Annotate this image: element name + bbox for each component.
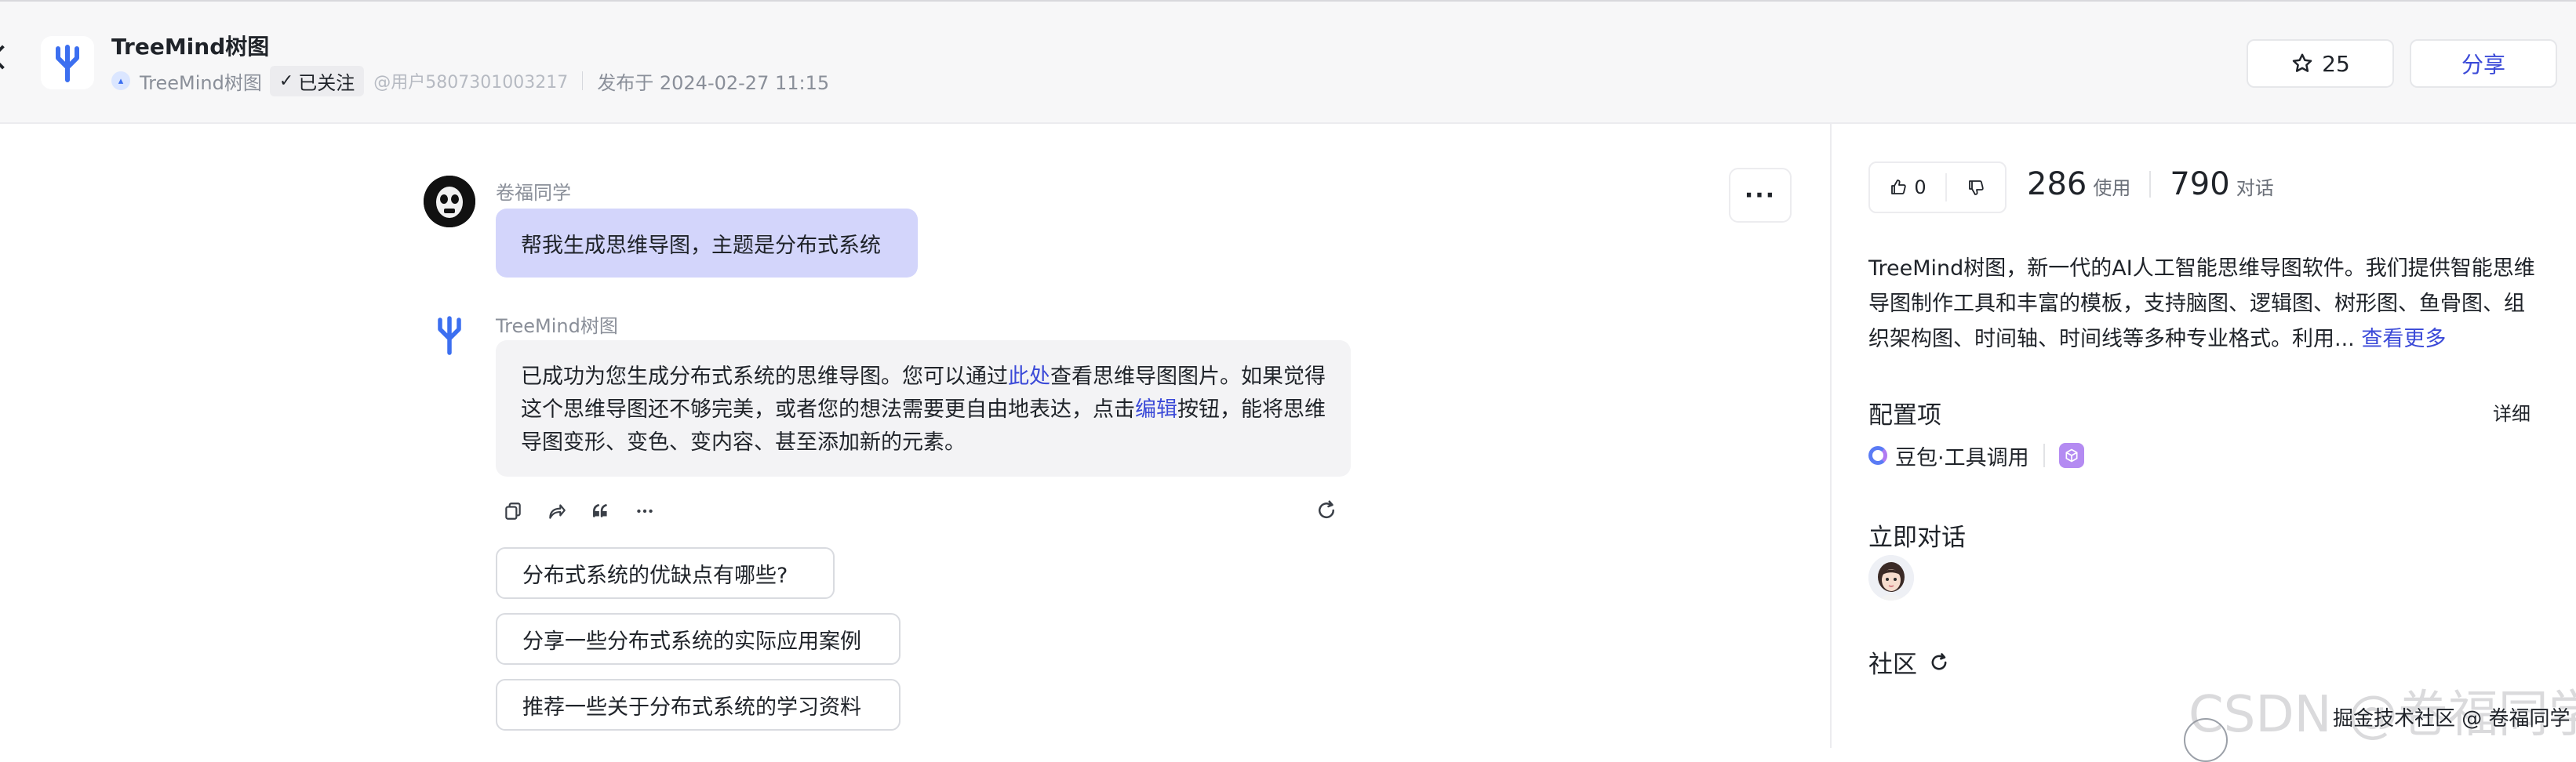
star-count: 25 xyxy=(2322,50,2350,77)
like-count: 0 xyxy=(1914,176,1927,198)
meta-divider xyxy=(582,71,584,90)
more-actions-icon[interactable] xyxy=(634,500,656,522)
thumbs-down-icon xyxy=(1969,180,1984,195)
config-item[interactable]: 豆包·工具调用 xyxy=(1895,441,2029,471)
meta-row: ▴ TreeMind树图 ✓ 已关注 @用户5807301003217 发布于 … xyxy=(111,65,830,96)
edit-link[interactable]: 编辑 xyxy=(1135,397,1177,422)
juejin-watermark: 掘金技术社区 @ 卷福同学 xyxy=(2333,707,2571,731)
share-icon[interactable] xyxy=(546,500,568,522)
chat-persona-avatar[interactable] xyxy=(1868,555,1914,601)
star-button[interactable]: 25 xyxy=(2247,39,2394,88)
config-divider xyxy=(2043,444,2045,467)
user-name: 卷福同学 xyxy=(496,182,571,204)
suggestion-chip[interactable]: 分享一些分布式系统的实际应用案例 xyxy=(496,613,901,665)
usage-stats: 286 使用 790 对话 xyxy=(2027,166,2274,202)
user-handle: @用户5807301003217 xyxy=(373,73,569,93)
dislike-button[interactable] xyxy=(1947,163,2005,212)
bot-message-bubble: 已成功为您生成分布式系统的思维导图。您可以通过此处查看思维导图图片。如果觉得这个… xyxy=(496,340,1351,477)
dialog-count: 790 xyxy=(2170,166,2230,202)
dialog-label: 对话 xyxy=(2236,177,2274,199)
check-icon: ✓ xyxy=(278,71,294,91)
author-name[interactable]: TreeMind树图 xyxy=(140,67,262,95)
app-logo xyxy=(41,36,94,89)
thumbs-up-icon xyxy=(1891,180,1907,194)
regenerate-icon[interactable] xyxy=(1315,499,1338,522)
usage-label: 使用 xyxy=(2093,177,2131,199)
plugin-icon[interactable] xyxy=(2058,443,2084,468)
star-icon xyxy=(2292,53,2312,72)
page-title: TreeMind树图 xyxy=(111,34,270,60)
copy-icon[interactable] xyxy=(502,500,524,522)
user-avatar-icon xyxy=(424,176,475,227)
quote-icon[interactable] xyxy=(590,500,612,522)
bot-name: TreeMind树图 xyxy=(496,315,618,337)
follow-label: 已关注 xyxy=(298,71,355,94)
config-title: 配置项 xyxy=(1868,401,1941,430)
community-title: 社区 xyxy=(1868,651,1917,679)
publish-date: 发布于 2024-02-27 11:15 xyxy=(597,71,830,94)
suggestion-chip[interactable]: 推荐一些关于分布式系统的学习资料 xyxy=(496,679,901,731)
config-row: 豆包·工具调用 xyxy=(1868,439,2084,472)
follow-button[interactable]: ✓ 已关注 xyxy=(269,65,365,96)
suggestion-chip[interactable]: 分布式系统的优缺点有哪些? xyxy=(496,547,835,599)
persona-avatar-icon xyxy=(1868,555,1914,601)
see-more-link[interactable]: 查看更多 xyxy=(2361,327,2446,351)
vote-box: 0 xyxy=(1868,161,2007,213)
more-options-button[interactable]: ··· xyxy=(1729,168,1792,223)
refresh-icon[interactable] xyxy=(1928,651,1950,673)
community-section: 社区 xyxy=(1868,644,1950,680)
user-message-bubble: 帮我生成思维导图，主题是分布式系统 xyxy=(496,209,918,278)
bot-avatar xyxy=(428,310,471,357)
doubao-icon xyxy=(1868,446,1887,465)
panel-divider xyxy=(1830,124,1832,748)
like-button[interactable]: 0 xyxy=(1870,163,1945,212)
chat-now-title: 立即对话 xyxy=(1868,524,1966,552)
stats-divider xyxy=(2149,171,2152,198)
usage-count: 286 xyxy=(2027,166,2087,202)
config-detail-link[interactable]: 详细 xyxy=(2493,398,2531,426)
user-avatar xyxy=(424,176,475,227)
tree-logo-icon xyxy=(56,45,79,82)
author-avatar-icon: ▴ xyxy=(111,71,130,90)
top-bar: TreeMind树图 ▴ TreeMind树图 ✓ 已关注 @用户5807301… xyxy=(0,0,2576,124)
share-button[interactable]: 分享 xyxy=(2410,39,2557,88)
bot-description: TreeMind树图，新一代的AI人工智能思维导图软件。我们提供智能思维导图制作… xyxy=(1868,251,2543,357)
back-chevron-icon[interactable] xyxy=(0,45,15,70)
view-image-link[interactable]: 此处 xyxy=(1008,365,1050,389)
message-actions xyxy=(502,495,656,527)
bot-text-part1: 已成功为您生成分布式系统的思维导图。您可以通过 xyxy=(521,365,1008,389)
tree-logo-icon xyxy=(438,316,461,355)
